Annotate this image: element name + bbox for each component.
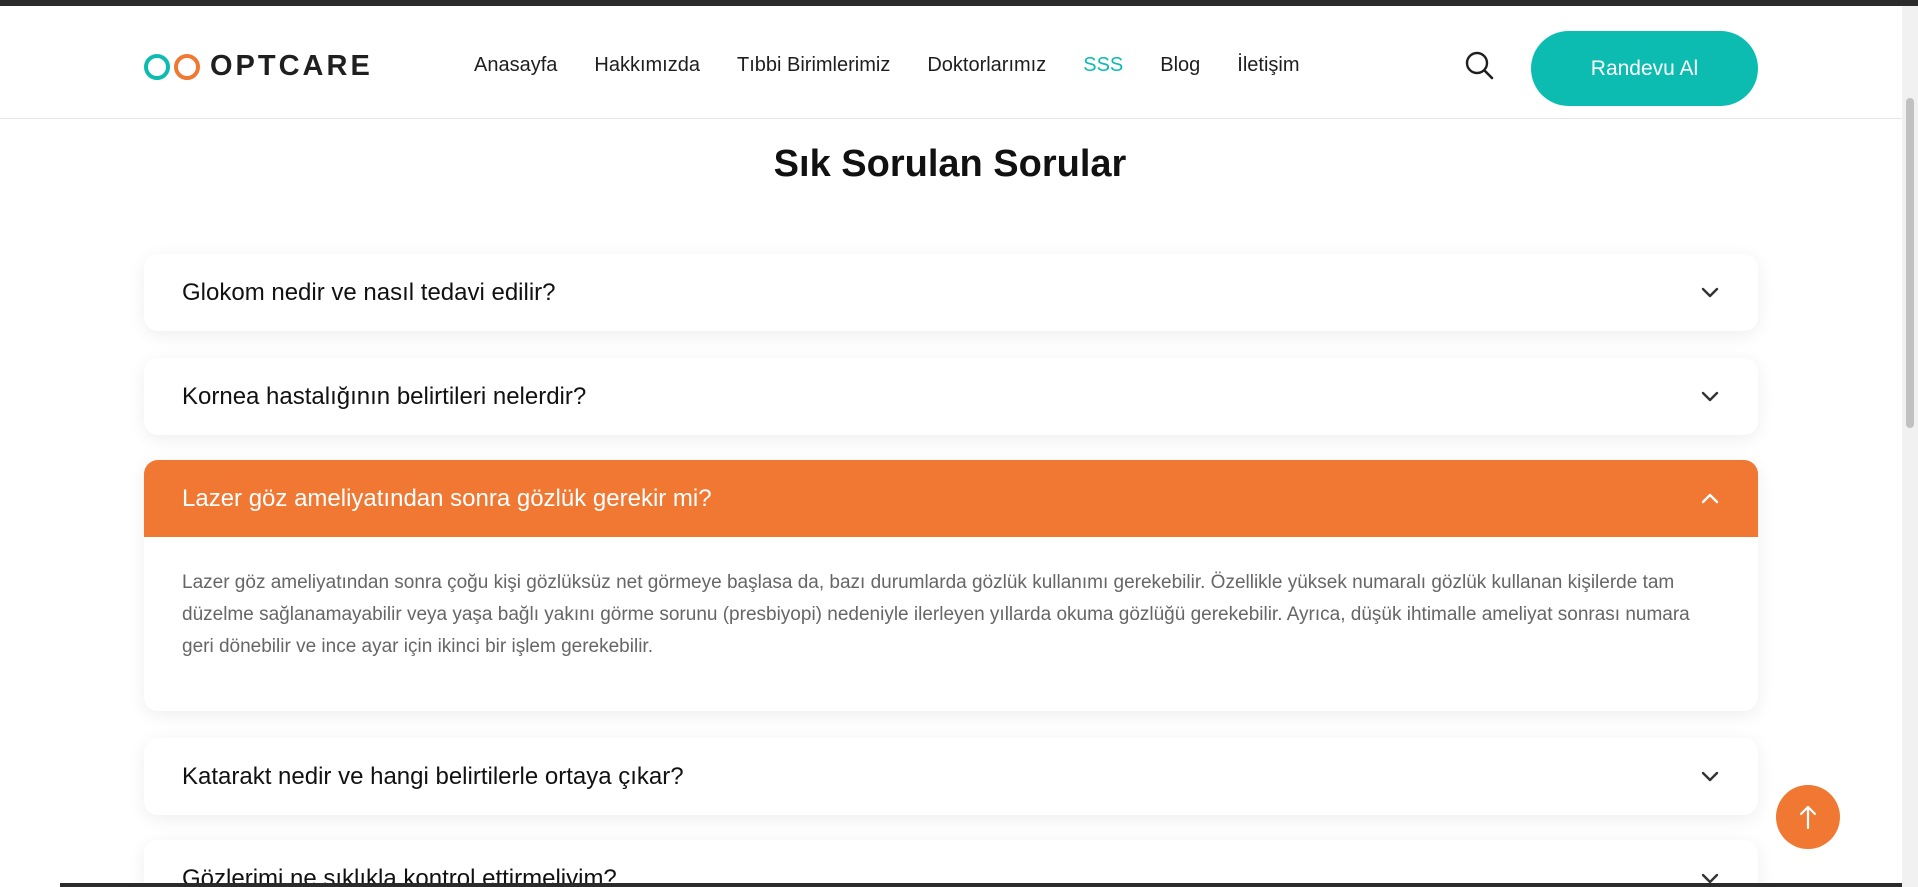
nav-item-doktorlarimiz[interactable]: Doktorlarımız — [927, 50, 1046, 80]
faq-question-toggle[interactable]: Glokom nedir ve nasıl tedavi edilir? — [144, 254, 1758, 331]
chevron-down-icon — [1701, 391, 1719, 401]
faq-question: Lazer göz ameliyatından sonra gözlük ger… — [182, 484, 712, 512]
chevron-down-icon — [1701, 771, 1719, 781]
nav-item-hakkimizda[interactable]: Hakkımızda — [594, 50, 700, 80]
chevron-up-icon — [1701, 493, 1719, 503]
nav-item-tibbi-birimlerimiz[interactable]: Tıbbi Birimlerimiz — [737, 50, 890, 80]
faq-item: Glokom nedir ve nasıl tedavi edilir? — [144, 254, 1758, 331]
scroll-to-top-button[interactable] — [1776, 785, 1840, 849]
faq-question-toggle[interactable]: Lazer göz ameliyatından sonra gözlük ger… — [144, 460, 1758, 537]
faq-question-toggle[interactable]: Kornea hastalığının belirtileri nelerdir… — [144, 358, 1758, 435]
faq-question-toggle[interactable]: Katarakt nedir ve hangi belirtilerle ort… — [144, 738, 1758, 815]
arrow-up-icon — [1799, 805, 1817, 830]
chevron-down-icon — [1701, 287, 1719, 297]
nav-item-sss[interactable]: SSS — [1083, 50, 1123, 80]
nav-item-iletisim[interactable]: İletişim — [1237, 50, 1299, 80]
logo-text: OPTCARE — [210, 50, 373, 82]
nav-item-anasayfa[interactable]: Anasayfa — [474, 50, 557, 80]
faq-question: Katarakt nedir ve hangi belirtilerle ort… — [182, 762, 684, 790]
faq-item: Gözlerimi ne sıklıkla kontrol ettirmeliy… — [144, 840, 1758, 887]
faq-item-open: Lazer göz ameliyatından sonra gözlük ger… — [144, 460, 1758, 711]
faq-question-toggle[interactable]: Gözlerimi ne sıklıkla kontrol ettirmeliy… — [144, 840, 1758, 887]
scrollbar-thumb[interactable] — [1906, 98, 1914, 428]
page-title: Sık Sorulan Sorular — [773, 143, 1127, 185]
main-nav: Anasayfa Hakkımızda Tıbbi Birimlerimiz D… — [474, 50, 1337, 80]
faq-question: Kornea hastalığının belirtileri nelerdir… — [182, 382, 587, 410]
site-header: OPTCARE Anasayfa Hakkımızda Tıbbi Biriml… — [0, 6, 1918, 119]
faq-answer: Lazer göz ameliyatından sonra çoğu kişi … — [182, 572, 1690, 657]
page-scrollbar[interactable] — [1902, 6, 1918, 887]
nav-item-blog[interactable]: Blog — [1160, 50, 1200, 80]
faq-item: Katarakt nedir ve hangi belirtilerle ort… — [144, 738, 1758, 815]
glasses-logo-icon — [144, 53, 200, 80]
appointment-button[interactable]: Randevu Al — [1531, 31, 1758, 106]
site-logo[interactable]: OPTCARE — [144, 50, 373, 83]
bottom-edge-line — [60, 883, 1902, 887]
faq-question: Glokom nedir ve nasıl tedavi edilir? — [182, 278, 556, 306]
faq-item: Kornea hastalığının belirtileri nelerdir… — [144, 358, 1758, 435]
search-icon[interactable] — [1464, 50, 1494, 80]
